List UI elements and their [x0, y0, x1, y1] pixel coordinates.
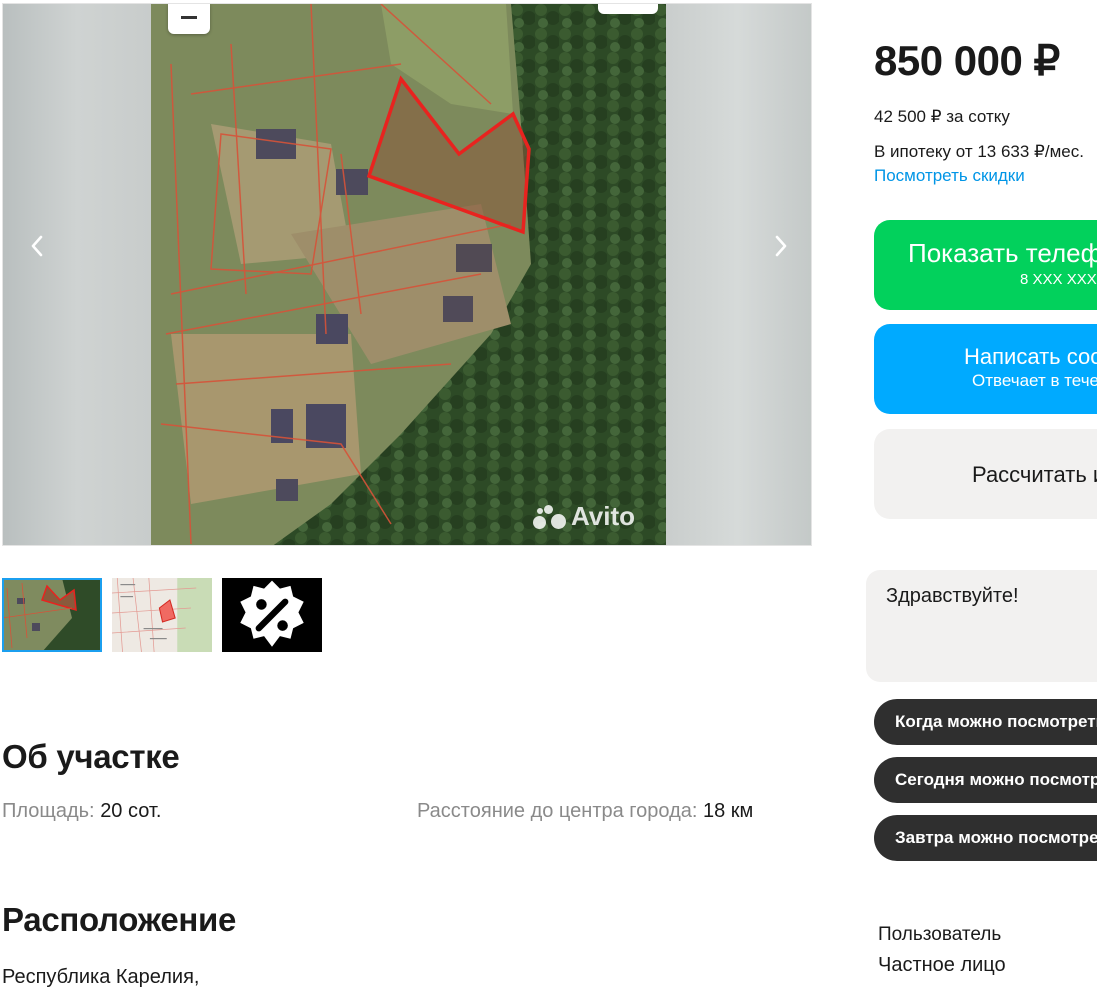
distance-param: Расстояние до центра города: 18 км [417, 800, 753, 823]
distance-label: Расстояние до центра города: [417, 800, 698, 822]
thumbnail-cadastral-map[interactable] [112, 578, 212, 652]
watermark-text: Avito [571, 501, 636, 531]
show-phone-label: Показать телефон [908, 238, 1097, 268]
photo-gallery[interactable]: Avito [2, 3, 812, 546]
calc-mortgage-button[interactable]: Рассчитать ипотеку [874, 429, 1097, 519]
thumbnail-satellite[interactable] [2, 578, 102, 652]
thumbnail-strip [2, 578, 322, 652]
thumbnail-map-image [112, 578, 212, 652]
gallery-blur-right [664, 4, 811, 545]
gallery-top-chip [598, 4, 658, 14]
gallery-blur-left [3, 4, 151, 545]
quick-reply-today[interactable]: Сегодня можно посмотреть? [874, 757, 1097, 803]
seller-type: Частное лицо [878, 954, 1006, 976]
address-text: Республика Карелия, [2, 966, 200, 988]
masked-phone: 8 XXX XXX-XX-XX [1020, 271, 1097, 288]
price: 850 000 ₽ [874, 37, 1060, 84]
avito-logo-icon [533, 504, 567, 530]
avito-watermark: Avito [533, 501, 635, 532]
message-input[interactable]: Здравствуйте! [866, 570, 1097, 682]
price-per-sotka: 42 500 ₽ за сотку [874, 107, 1010, 126]
chevron-right-icon [775, 235, 787, 257]
discounts-link[interactable]: Посмотреть скидки [874, 166, 1025, 186]
gallery-next-button[interactable] [761, 226, 801, 266]
write-message-label: Написать сообщение [964, 344, 1097, 369]
satellite-image [151, 4, 666, 545]
mortgage-info: В ипотеку от 13 633 ₽/мес. [874, 142, 1084, 161]
calc-mortgage-label: Рассчитать ипотеку [972, 462, 1097, 487]
quick-reply-tomorrow[interactable]: Завтра можно посмотреть? [874, 815, 1097, 861]
thumbnail-satellite-image [2, 578, 102, 652]
seller-role: Пользователь [878, 924, 1002, 945]
area-label: Площадь: [2, 800, 95, 822]
thumbnail-discount[interactable] [222, 578, 322, 652]
show-phone-button[interactable]: Показать телефон 8 XXX XXX-XX-XX [874, 220, 1097, 310]
distance-value: 18 км [703, 800, 754, 822]
about-heading: Об участке [2, 738, 180, 775]
satellite-photo[interactable] [151, 4, 666, 545]
area-value: 20 сот. [100, 800, 162, 822]
zoom-out-button[interactable] [168, 4, 210, 34]
percent-badge-icon [240, 580, 304, 647]
write-message-button[interactable]: Написать сообщение Отвечает в течение дн… [874, 324, 1097, 414]
chevron-left-icon [31, 235, 43, 257]
area-param: Площадь: 20 сот. [2, 800, 161, 823]
location-heading: Расположение [2, 901, 237, 938]
quick-reply-when[interactable]: Когда можно посмотреть? [874, 699, 1097, 745]
response-time: Отвечает в течение дня [972, 371, 1097, 390]
gallery-prev-button[interactable] [17, 226, 57, 266]
